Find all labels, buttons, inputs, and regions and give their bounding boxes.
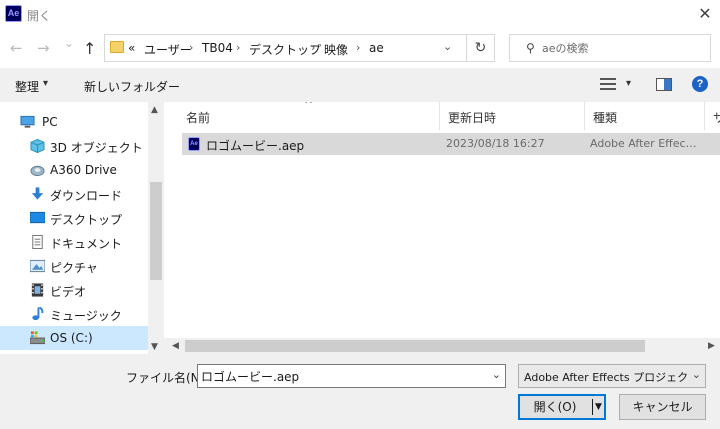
breadcrumb-overflow[interactable]: « bbox=[128, 41, 135, 55]
forward-arrow-icon[interactable]: → bbox=[37, 39, 50, 57]
column-header-size[interactable]: サ bbox=[705, 102, 720, 130]
sidebar-item-pictures[interactable]: ピクチャ bbox=[0, 254, 148, 278]
file-list-horizontal-scrollbar[interactable]: ◀ ▶ bbox=[164, 338, 720, 354]
scrollbar-thumb[interactable] bbox=[185, 340, 645, 352]
3d-objects-icon bbox=[30, 139, 45, 153]
sidebar-item-label: ダウンロード bbox=[50, 189, 123, 203]
organize-button[interactable]: 整理 bbox=[15, 78, 39, 95]
column-header-label: 更新日時 bbox=[448, 111, 497, 125]
breadcrumb-video[interactable]: 映像 bbox=[324, 41, 348, 58]
column-header-label: サ bbox=[713, 111, 720, 125]
new-folder-button[interactable]: 新しいフォルダー bbox=[84, 78, 180, 95]
filetype-dropdown-chevron-icon[interactable]: ⌄ bbox=[692, 368, 701, 381]
sidebar-item-pc[interactable]: PC bbox=[0, 110, 148, 134]
cancel-button[interactable]: キャンセル bbox=[619, 394, 706, 420]
sidebar-item-downloads[interactable]: ダウンロード bbox=[0, 182, 148, 206]
refresh-button[interactable]: ↻ bbox=[467, 34, 495, 62]
navigation-pane-scrollbar[interactable]: ▲ ▼ bbox=[148, 102, 164, 354]
sidebar-item-label: ピクチャ bbox=[50, 261, 98, 275]
sidebar-item-documents[interactable]: ドキュメント bbox=[0, 230, 148, 254]
sidebar-item-label: ドキュメント bbox=[50, 237, 123, 251]
breadcrumb-separator[interactable]: › bbox=[189, 41, 193, 54]
help-icon[interactable]: ? bbox=[692, 76, 708, 92]
search-box[interactable]: ⚲ bbox=[509, 34, 711, 62]
open-button-label: 開く(O) bbox=[533, 400, 577, 414]
up-arrow-icon[interactable]: ↑ bbox=[83, 39, 96, 58]
close-button[interactable]: ✕ bbox=[690, 0, 720, 30]
music-icon bbox=[32, 307, 44, 321]
breadcrumb-users[interactable]: ユーザー bbox=[144, 41, 192, 58]
search-icon: ⚲ bbox=[526, 41, 535, 55]
column-header-type[interactable]: 種類 bbox=[585, 102, 705, 130]
filename-dropdown-chevron-icon[interactable]: ⌄ bbox=[492, 368, 501, 381]
sidebar-item-3d-objects[interactable]: 3D オブジェクト bbox=[0, 134, 148, 158]
scroll-right-arrow-icon[interactable]: ▶ bbox=[708, 341, 715, 351]
documents-icon bbox=[32, 235, 43, 249]
breadcrumb-tb04[interactable]: TB04 bbox=[202, 41, 233, 55]
a360-drive-icon bbox=[30, 165, 45, 177]
column-header-label: 種類 bbox=[593, 111, 618, 125]
desktop-icon bbox=[30, 211, 45, 224]
breadcrumb-ae[interactable]: ae bbox=[369, 41, 384, 55]
file-name: ロゴムービー.aep bbox=[206, 139, 305, 153]
organize-caret-icon[interactable]: ▾ bbox=[43, 78, 48, 89]
filename-input[interactable] bbox=[201, 368, 481, 384]
open-button-divider bbox=[592, 399, 593, 415]
address-bar[interactable]: « ユーザー › TB04 › デスクトップ › 映像 › ae ⌄ bbox=[104, 34, 467, 62]
dialog-footer: ファイル名(N): ⌄ Adobe After Effects プロジェクト (… bbox=[0, 354, 720, 429]
navigation-pane: PC 3D オブジェクト A360 Drive ダウンロード デスクトップ ドキ… bbox=[0, 102, 164, 354]
file-modified-date: 2023/08/18 16:27 bbox=[446, 137, 545, 150]
sidebar-item-videos[interactable]: ビデオ bbox=[0, 278, 148, 302]
filetype-select[interactable]: Adobe After Effects プロジェクト ( ⌄ bbox=[518, 364, 706, 388]
breadcrumb-separator[interactable]: › bbox=[236, 41, 240, 54]
navigation-bar: ← → ⌄ ↑ « ユーザー › TB04 › デスクトップ › 映像 › ae… bbox=[0, 30, 720, 68]
filename-combobox[interactable]: ⌄ bbox=[197, 364, 506, 388]
drive-icon bbox=[30, 331, 45, 345]
back-arrow-icon[interactable]: ← bbox=[10, 39, 23, 57]
filetype-value: Adobe After Effects プロジェクト ( bbox=[524, 371, 688, 384]
window-title: 開く bbox=[27, 9, 52, 23]
sidebar-item-label: PC bbox=[42, 115, 58, 129]
view-caret-icon[interactable]: ▾ bbox=[626, 78, 631, 89]
scrollbar-thumb[interactable] bbox=[150, 182, 162, 280]
title-bar: Ae 開く ✕ bbox=[0, 0, 720, 30]
column-header-modified[interactable]: 更新日時 bbox=[440, 102, 585, 130]
command-toolbar: 整理 ▾ 新しいフォルダー ▾ ? bbox=[0, 68, 720, 102]
folder-icon bbox=[110, 41, 124, 53]
file-type: Adobe After Effect... bbox=[590, 137, 700, 150]
sidebar-item-label: ミュージック bbox=[50, 309, 122, 323]
breadcrumb-separator[interactable]: › bbox=[356, 41, 360, 54]
column-header-name[interactable]: 名前 bbox=[178, 102, 440, 130]
open-button[interactable]: 開く(O) ▼ bbox=[518, 394, 606, 420]
sidebar-item-label: 3D オブジェクト bbox=[50, 141, 143, 155]
sidebar-item-a360-drive[interactable]: A360 Drive bbox=[0, 158, 148, 182]
pc-icon bbox=[20, 115, 35, 128]
scroll-up-arrow-icon[interactable]: ▲ bbox=[151, 105, 158, 115]
aep-file-icon: Ae bbox=[188, 137, 200, 151]
recent-locations-chevron-icon[interactable]: ⌄ bbox=[64, 36, 74, 50]
file-row[interactable]: Ae ロゴムービー.aep 2023/08/18 16:27 Adobe Aft… bbox=[182, 133, 720, 155]
breadcrumb-separator[interactable]: › bbox=[311, 41, 315, 54]
videos-icon bbox=[31, 283, 44, 297]
view-options-icon[interactable] bbox=[600, 78, 616, 91]
download-icon bbox=[31, 187, 44, 200]
sidebar-item-label: デスクトップ bbox=[50, 213, 123, 227]
sidebar-item-label: ビデオ bbox=[50, 285, 87, 299]
search-input[interactable] bbox=[542, 40, 702, 56]
sidebar-item-os-drive[interactable]: OS (C:) bbox=[0, 326, 148, 350]
after-effects-app-icon: Ae bbox=[5, 5, 22, 22]
address-dropdown-chevron-icon[interactable]: ⌄ bbox=[443, 40, 452, 53]
preview-pane-icon[interactable] bbox=[656, 78, 672, 91]
open-options-caret-icon[interactable]: ▼ bbox=[595, 396, 602, 418]
sidebar-item-label: OS (C:) bbox=[50, 331, 93, 345]
column-header-label: 名前 bbox=[186, 111, 211, 125]
sidebar-item-desktop[interactable]: デスクトップ bbox=[0, 206, 148, 230]
scroll-left-arrow-icon[interactable]: ◀ bbox=[172, 341, 179, 351]
file-list-pane: ^ 名前 更新日時 種類 サ Ae ロゴムービー.aep 2023/08/18 … bbox=[164, 102, 720, 354]
scroll-down-arrow-icon[interactable]: ▼ bbox=[151, 342, 158, 352]
sidebar-item-label: A360 Drive bbox=[50, 163, 117, 177]
sidebar-item-music[interactable]: ミュージック bbox=[0, 302, 148, 326]
pictures-icon bbox=[30, 259, 45, 273]
